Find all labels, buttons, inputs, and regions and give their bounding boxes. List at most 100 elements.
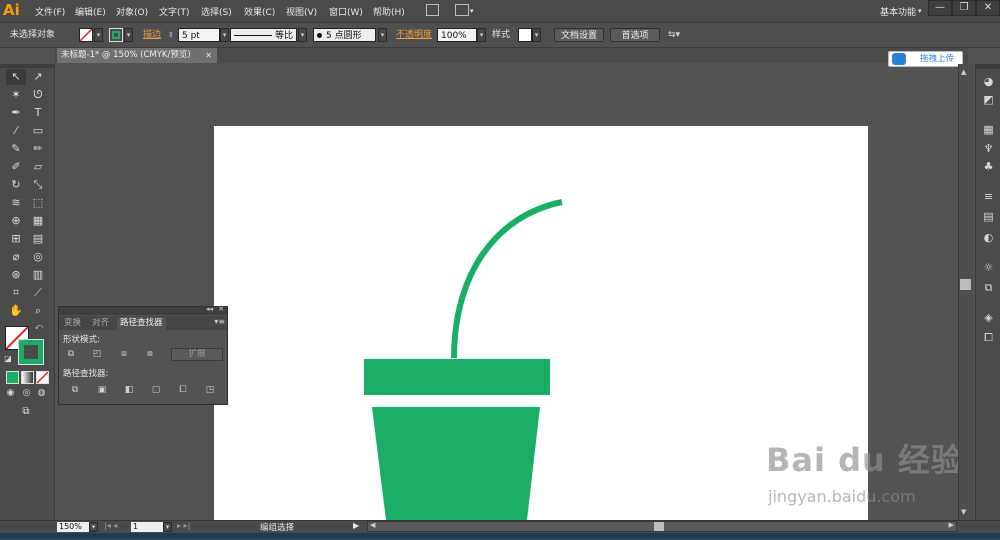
lasso-tool-icon[interactable]: ᘎ: [28, 87, 48, 103]
menu-view[interactable]: 视图(V): [286, 5, 317, 18]
gradient-tool-icon[interactable]: ▤: [28, 231, 48, 247]
swatches-panel-icon[interactable]: ▦: [981, 122, 996, 137]
graphic-style-swatch[interactable]: [518, 28, 532, 42]
draw-normal-icon[interactable]: ◉: [3, 387, 18, 400]
panel-title-strip[interactable]: ◂◂ ✕: [59, 305, 227, 315]
straw-path[interactable]: [451, 199, 563, 359]
control-bar-menu-icon[interactable]: ⇆▾: [668, 28, 680, 42]
menu-type[interactable]: 文字(T): [159, 5, 190, 18]
menu-help[interactable]: 帮助(H): [373, 5, 405, 18]
upload-button[interactable]: 拖拽上传: [888, 51, 963, 67]
cup-lid-rect[interactable]: [364, 359, 550, 395]
free-transform-tool-icon[interactable]: ⬚: [28, 195, 48, 211]
scale-tool-icon[interactable]: ⤡: [28, 177, 48, 193]
pen-tool-icon[interactable]: ✒: [6, 105, 26, 121]
cup-body-shape[interactable]: [372, 407, 540, 520]
trim-icon[interactable]: ▣: [96, 385, 108, 396]
collapse-panel-icon[interactable]: ◂◂: [206, 305, 213, 313]
variable-width-profile[interactable]: 等比: [230, 28, 297, 42]
artboard-number-field[interactable]: 1: [131, 522, 163, 532]
artboards-panel-icon[interactable]: ⧠: [981, 330, 996, 345]
width-tool-icon[interactable]: ≋: [6, 195, 26, 211]
arrange-documents-icon[interactable]: [455, 4, 469, 16]
opacity-field[interactable]: 100%: [437, 28, 477, 42]
gradient-mode-icon[interactable]: [21, 371, 34, 384]
dock-grip[interactable]: [976, 64, 1000, 69]
symbols-panel-icon[interactable]: ♣: [981, 159, 996, 174]
horizontal-scroll-thumb[interactable]: [654, 522, 664, 531]
zoom-field[interactable]: 150%: [57, 522, 89, 532]
menu-window[interactable]: 窗口(W): [329, 5, 363, 18]
color-guide-icon[interactable]: ◩: [981, 92, 996, 107]
type-tool-icon[interactable]: T: [28, 105, 48, 121]
vertical-scroll-thumb[interactable]: [960, 279, 971, 290]
artboard-dropdown[interactable]: ▾: [163, 522, 172, 532]
document-tab-close[interactable]: ✕: [205, 48, 212, 63]
bridge-icon[interactable]: [426, 4, 439, 16]
scroll-right-icon[interactable]: ▶: [949, 521, 954, 529]
tools-panel-grip[interactable]: [0, 64, 54, 68]
vertical-scrollbar[interactable]: ▲ ▼: [958, 64, 973, 520]
next-artboard-icon[interactable]: ▸ ▸|: [177, 521, 190, 530]
mesh-tool-icon[interactable]: ⊞: [6, 231, 26, 247]
swap-fill-stroke-icon[interactable]: ⤺: [34, 322, 44, 332]
none-mode-icon[interactable]: [36, 371, 49, 384]
menu-select[interactable]: 选择(S): [201, 5, 232, 18]
tab-align[interactable]: 对齐: [89, 317, 112, 330]
graphic-styles-panel-icon[interactable]: ⧉: [981, 280, 996, 295]
stroke-dropdown[interactable]: ▾: [124, 28, 133, 42]
workspace-switcher[interactable]: 基本功能: [880, 5, 916, 18]
close-button[interactable]: ✕: [976, 0, 1000, 16]
merge-icon[interactable]: ◧: [123, 385, 135, 396]
scroll-down-icon[interactable]: ▼: [961, 508, 966, 516]
close-panel-icon[interactable]: ✕: [218, 305, 224, 313]
line-segment-tool-icon[interactable]: ⁄: [6, 123, 26, 139]
fill-dropdown[interactable]: ▾: [94, 28, 103, 42]
menu-edit[interactable]: 编辑(E): [75, 5, 106, 18]
gradient-panel-icon[interactable]: ▤: [981, 209, 996, 224]
zoom-tool-icon[interactable]: ⌕: [28, 303, 48, 319]
outline-icon[interactable]: ⧠: [177, 385, 189, 396]
zoom-dropdown[interactable]: ▾: [89, 522, 98, 532]
selection-tool-icon[interactable]: ↖: [6, 69, 26, 85]
stroke-color-box[interactable]: [18, 339, 44, 365]
default-colors-icon[interactable]: ◪: [3, 354, 13, 364]
stroke-stepper-icon[interactable]: ⇕: [168, 28, 177, 42]
shape-builder-tool-icon[interactable]: ⊕: [6, 213, 26, 229]
restore-button[interactable]: ❐: [952, 0, 976, 16]
minimize-button[interactable]: —: [928, 0, 952, 16]
menu-file[interactable]: 文件(F): [35, 5, 65, 18]
slice-tool-icon[interactable]: ⟋: [28, 285, 48, 301]
minus-front-icon[interactable]: ◰: [91, 349, 103, 360]
divide-icon[interactable]: ⧉: [69, 385, 81, 396]
direct-selection-tool-icon[interactable]: ↗: [28, 69, 48, 85]
blend-tool-icon[interactable]: ◎: [28, 249, 48, 265]
pencil-tool-icon[interactable]: ✏: [28, 141, 48, 157]
draw-inside-icon[interactable]: ◍: [34, 387, 49, 400]
status-menu-icon[interactable]: ▶: [353, 521, 359, 530]
eyedropper-tool-icon[interactable]: ⌀: [6, 249, 26, 265]
paintbrush-tool-icon[interactable]: ✎: [6, 141, 26, 157]
minus-back-icon[interactable]: ◳: [204, 385, 216, 396]
perspective-grid-tool-icon[interactable]: ▦: [28, 213, 48, 229]
brushes-panel-icon[interactable]: ♆: [981, 141, 996, 156]
opacity-dropdown[interactable]: ▾: [477, 28, 486, 42]
brush-dropdown[interactable]: ▾: [378, 28, 387, 42]
rotate-tool-icon[interactable]: ↻: [6, 177, 26, 193]
fill-swatch[interactable]: [79, 28, 93, 42]
layers-panel-icon[interactable]: ◈: [981, 310, 996, 325]
tab-pathfinder[interactable]: 路径查找器: [117, 317, 166, 330]
screen-mode-icon[interactable]: ⧉: [16, 405, 36, 419]
document-tab[interactable]: 未标题-1* @ 150% (CMYK/预览) ✕: [57, 48, 217, 63]
magic-wand-tool-icon[interactable]: ✶: [6, 87, 26, 103]
horizontal-scrollbar[interactable]: ◀ ▶: [367, 521, 957, 532]
stroke-panel-icon[interactable]: ≡: [981, 189, 996, 204]
preferences-button[interactable]: 首选项: [610, 28, 660, 42]
symbol-sprayer-tool-icon[interactable]: ⊛: [6, 267, 26, 283]
first-artboard-icon[interactable]: |◂ ◂: [104, 521, 117, 530]
draw-behind-icon[interactable]: ◎: [19, 387, 34, 400]
opacity-label[interactable]: 不透明度: [396, 28, 432, 42]
menu-effect[interactable]: 效果(C): [244, 5, 275, 18]
rectangle-tool-icon[interactable]: ▭: [28, 123, 48, 139]
intersect-icon[interactable]: ⧈: [118, 349, 130, 360]
